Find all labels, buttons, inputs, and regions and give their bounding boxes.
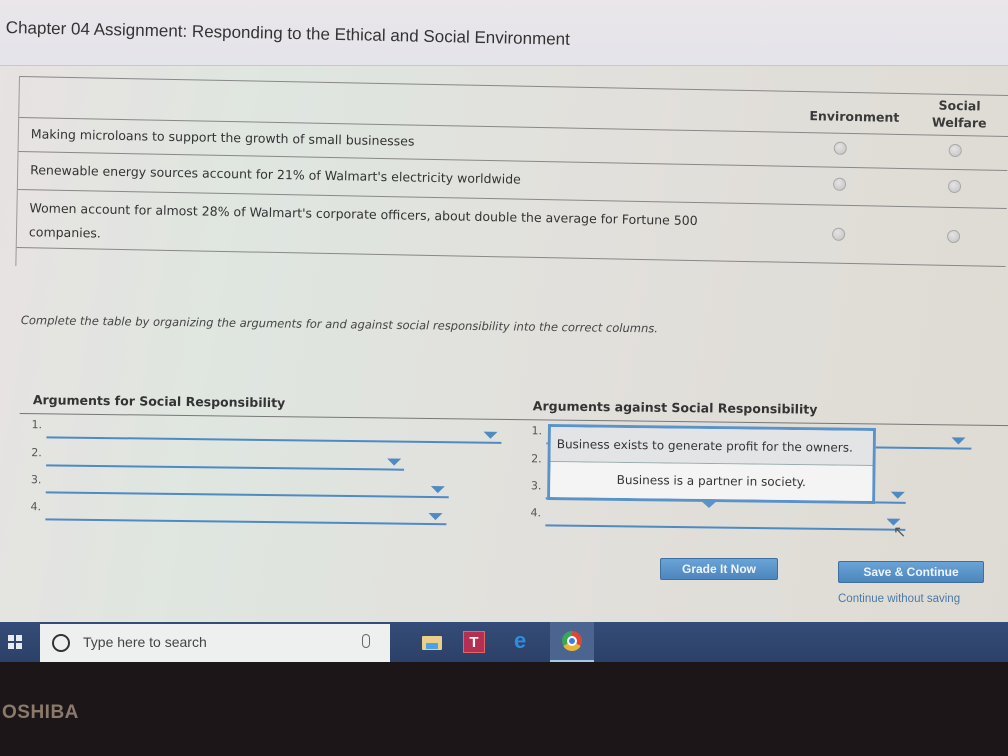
taskbar-search-input[interactable]: Type here to search <box>40 624 390 662</box>
dropdown-arrow-icon[interactable] <box>430 486 445 494</box>
popup-pointer-icon <box>700 500 718 508</box>
dropdown-option[interactable]: Business exists to generate profit for t… <box>550 427 873 466</box>
radio-social-welfare[interactable] <box>946 229 961 244</box>
radio-social-welfare[interactable] <box>947 179 962 194</box>
chrome-icon[interactable] <box>550 622 594 662</box>
for-slot-4[interactable]: 4. <box>30 500 470 526</box>
dropdown-arrow-icon[interactable] <box>483 431 498 439</box>
page-title: Chapter 04 Assignment: Responding to the… <box>5 18 571 49</box>
for-slot-1[interactable]: 1. <box>31 418 502 444</box>
slot-underline <box>45 518 447 526</box>
start-button[interactable] <box>0 622 40 662</box>
search-placeholder: Type here to search <box>83 634 207 650</box>
against-slot-4[interactable]: 4. <box>530 506 910 531</box>
column-header-line: Welfare <box>931 114 987 131</box>
dropdown-arrow-icon[interactable] <box>890 491 905 499</box>
continue-without-saving-link[interactable]: Continue without saving <box>838 593 960 605</box>
for-slot-3[interactable]: 3. <box>30 473 471 499</box>
slot-underline <box>545 524 906 531</box>
slot-number: 2. <box>531 452 542 466</box>
column-header-social-welfare: Social Welfare <box>924 96 995 131</box>
column-header-environment: Environment <box>809 108 900 125</box>
slot-underline <box>46 436 502 444</box>
t-app-label: T <box>463 631 485 653</box>
title-bar: Chapter 04 Assignment: Responding to the… <box>0 0 1008 66</box>
file-explorer-icon[interactable] <box>418 628 448 658</box>
mouse-cursor-icon: ↖ <box>893 522 907 541</box>
instructions: Complete the table by organizing the arg… <box>20 313 659 336</box>
microphone-icon[interactable] <box>362 634 370 648</box>
slot-number: 3. <box>530 479 542 493</box>
radio-environment[interactable] <box>831 227 846 241</box>
dropdown-popup: Business exists to generate profit for t… <box>547 424 876 505</box>
slot-number: 1. <box>31 418 43 432</box>
statement: Women account for almost 28% of Walmart'… <box>28 200 698 241</box>
dropdown-arrow-icon[interactable] <box>428 513 443 521</box>
radio-social-welfare[interactable] <box>948 143 962 158</box>
t-app-icon[interactable]: T <box>460 628 490 658</box>
radio-environment[interactable] <box>832 177 847 191</box>
slot-underline <box>45 491 449 499</box>
for-slot-2[interactable]: 2. <box>31 446 431 471</box>
edge-glyph: e <box>514 628 527 653</box>
statement: Renewable energy sources account for 21%… <box>30 162 521 187</box>
dropdown-arrow-icon[interactable] <box>951 437 966 445</box>
slot-number: 1. <box>531 424 543 438</box>
slot-number: 2. <box>31 446 42 460</box>
slot-number: 3. <box>30 473 42 487</box>
slot-underline <box>46 464 405 471</box>
laptop-bezel: OSHIBA <box>0 662 1008 756</box>
arguments-against-header: Arguments against Social Responsibility <box>532 398 818 417</box>
arguments-for-header: Arguments for Social Responsibility <box>32 392 286 411</box>
dropdown-option[interactable]: Business is a partner in society. <box>550 462 873 501</box>
radio-environment[interactable] <box>833 141 847 155</box>
cortana-icon <box>52 634 70 652</box>
classification-table: Environment Social Welfare Making microl… <box>15 76 1008 285</box>
dropdown-arrow-icon[interactable] <box>387 458 402 466</box>
assignment-page: Chapter 04 Assignment: Responding to the… <box>0 0 1008 622</box>
slot-number: 4. <box>30 500 42 514</box>
windows-logo-icon <box>8 635 22 649</box>
brand-logo: OSHIBA <box>2 702 79 723</box>
taskbar: Type here to search T e <box>0 622 1008 662</box>
slot-number: 4. <box>530 506 542 520</box>
edge-icon[interactable]: e <box>508 628 538 658</box>
column-header-line: Social <box>938 97 981 114</box>
grade-it-now-button[interactable]: Grade It Now <box>660 558 778 580</box>
save-continue-button[interactable]: Save & Continue <box>838 561 984 583</box>
